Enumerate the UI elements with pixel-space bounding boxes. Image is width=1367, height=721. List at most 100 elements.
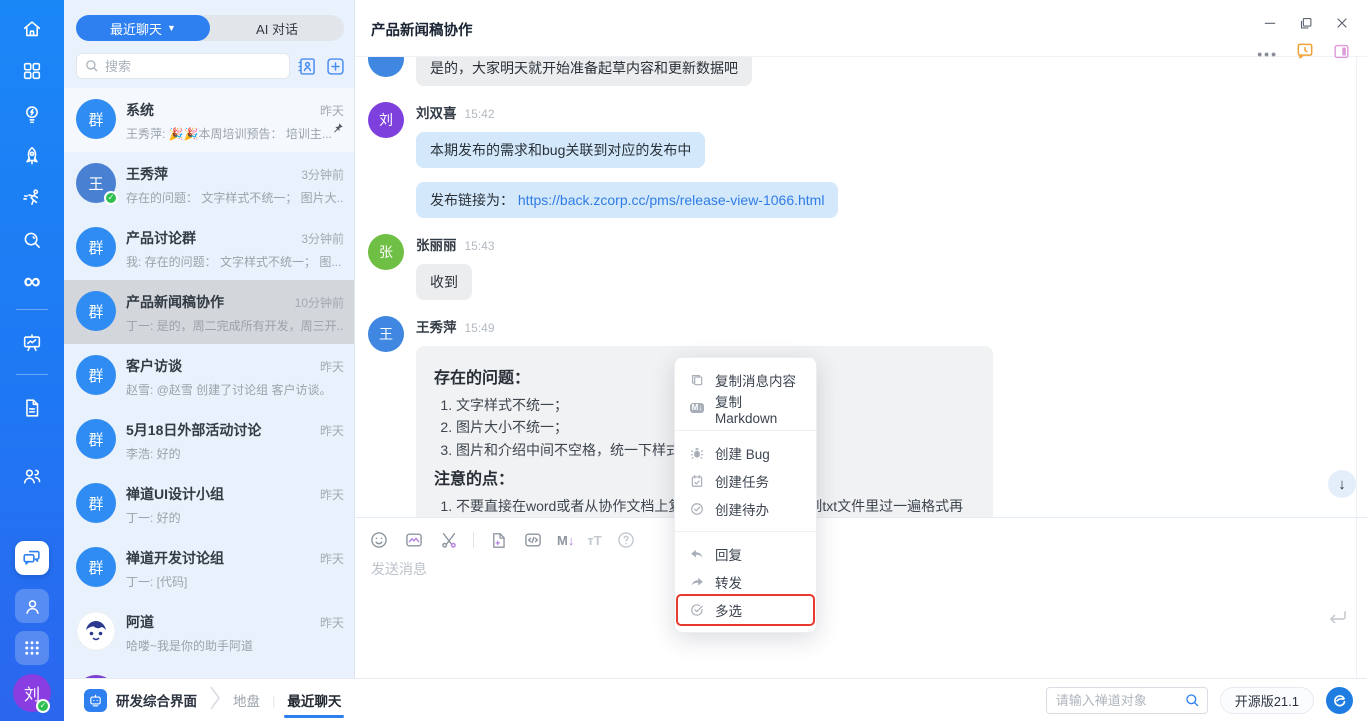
chat-preview: 李浩: 好的	[126, 447, 181, 461]
image-icon[interactable]	[403, 529, 425, 551]
chat-list-tabs: 最近聊天 ▼ AI 对话	[76, 15, 344, 41]
left-rail: ∞ 刘 ✓	[0, 0, 64, 721]
chat-preview: 哈喽~我是你的助手阿道	[126, 639, 254, 653]
avatar[interactable]: 张	[368, 234, 404, 270]
message-time: 15:49	[464, 321, 495, 335]
robot-avatar-face	[76, 611, 116, 651]
search-icon[interactable]	[1184, 692, 1200, 713]
message: 是的，大家明天就开始准备起草内容和更新数据吧	[368, 57, 1356, 86]
idea-icon[interactable]	[20, 102, 44, 126]
chat-list-panel: 最近聊天▼ AI 对话 群 ✓ 系统昨天	[64, 0, 355, 678]
chat-name: 禅道UI设计小组	[126, 486, 224, 502]
add-chat-icon[interactable]	[325, 55, 346, 77]
release-link[interactable]: https://back.zcorp.cc/pms/release-view-1…	[518, 192, 825, 208]
restore-button[interactable]	[1295, 12, 1317, 34]
sender-name[interactable]: 刘双喜	[416, 106, 457, 121]
composer-toolbar: M↓ ᴛT	[355, 518, 1367, 551]
chat-preview: 我: 存在的问题： 文字样式不统一； 图...	[126, 255, 342, 269]
list-item[interactable]: 群 ✓ 产品新闻稿协作 10分钟前 丁一: 是的，周二完成所有开发，周三开...	[64, 280, 354, 344]
app-switcher-label[interactable]: 研发综合界面	[116, 690, 197, 710]
rocket-icon[interactable]	[20, 144, 44, 168]
grid-dots-nav-icon[interactable]	[15, 631, 49, 665]
message-input[interactable]: 发送消息	[371, 559, 1367, 579]
chat-time: 昨天	[319, 104, 344, 118]
menu-item-create-todo[interactable]: 创建待办	[675, 495, 816, 523]
menu-item-create-bug[interactable]: 创建 Bug	[675, 439, 816, 467]
contacts-book-icon[interactable]	[297, 55, 318, 77]
reply-icon	[689, 546, 705, 562]
list-item[interactable]: 王 ✓ 王秀萍 3分钟前 存在的问题： 文字样式不统一； 图片大...	[64, 152, 354, 216]
zentao-logo[interactable]	[1326, 686, 1353, 714]
sender-name[interactable]: 张丽丽	[416, 238, 457, 253]
tab-ai-chat[interactable]: AI 对话	[210, 15, 344, 41]
statusbar-divider: |	[272, 692, 276, 708]
font-size-icon[interactable]: ᴛT	[587, 533, 601, 548]
sprint-icon[interactable]	[20, 186, 44, 210]
scroll-to-bottom-button[interactable]: ↓	[1328, 470, 1356, 498]
menu-item-forward[interactable]: 转发	[675, 568, 816, 596]
avatar[interactable]: 刘	[368, 102, 404, 138]
messenger-nav-icon[interactable]	[15, 541, 49, 575]
minimize-button[interactable]	[1259, 12, 1281, 34]
close-button[interactable]	[1331, 12, 1353, 34]
file-icon[interactable]	[487, 529, 509, 551]
statusbar-tab-recent-chats[interactable]: 最近聊天	[284, 679, 345, 721]
list-item[interactable]: ✓	[64, 664, 354, 678]
message-bubble[interactable]: 收到	[416, 264, 472, 300]
chat-preview: 丁一: [代码]	[126, 575, 188, 589]
sender-name[interactable]: 王秀萍	[416, 320, 457, 335]
help-icon[interactable]	[615, 529, 637, 551]
statusbar-tab-dashboard[interactable]: 地盘	[233, 690, 260, 710]
chat-time: 昨天	[319, 552, 344, 566]
chat-time: 昨天	[319, 616, 344, 630]
infinity-icon[interactable]: ∞	[20, 270, 44, 294]
apps-icon[interactable]	[20, 59, 44, 83]
toolbar-divider	[473, 532, 474, 548]
contacts-nav-icon[interactable]	[15, 589, 49, 623]
markdown-icon[interactable]: M↓	[557, 533, 574, 548]
team-icon[interactable]	[20, 464, 44, 488]
tab-recent-chats[interactable]: 最近聊天 ▼	[76, 15, 210, 41]
list-item[interactable]: ✓ 阿道 昨天 哈喽~我是你的助手阿道	[64, 600, 354, 664]
list-item[interactable]: 群 ✓ 禅道开发讨论组 昨天 丁一: [代码]	[64, 536, 354, 600]
list-item[interactable]: 群 ✓ 禅道UI设计小组 昨天 丁一: 好的	[64, 472, 354, 536]
message: 张 张丽丽 15:43 收到	[368, 234, 1356, 300]
screenshot-icon[interactable]	[438, 529, 460, 551]
avatar[interactable]: 王	[368, 316, 404, 352]
avatar: 群 ✓	[76, 227, 116, 267]
list-item[interactable]: 群 ✓ 系统 昨天 王秀萍: 🎉🎉本周培训预告： 培训主...	[64, 88, 354, 152]
task-icon	[689, 473, 705, 489]
emoji-icon[interactable]	[368, 529, 390, 551]
menu-item-create-task[interactable]: 创建任务	[675, 467, 816, 495]
document-icon[interactable]	[20, 396, 44, 420]
chat-name: 产品新闻稿协作	[126, 294, 224, 310]
message-bubble[interactable]: 是的，大家明天就开始准备起草内容和更新数据吧	[416, 57, 752, 86]
list-item[interactable]: 群 ✓ 5月18日外部活动讨论 昨天 李浩: 好的	[64, 408, 354, 472]
chat-search-input[interactable]	[76, 53, 290, 79]
message-list[interactable]: 是的，大家明天就开始准备起草内容和更新数据吧 刘 刘双喜 15:42 本期发布的需…	[355, 57, 1356, 517]
app-robot-icon[interactable]	[84, 688, 107, 712]
avatar: 群 ✓	[76, 547, 116, 587]
avatar[interactable]	[368, 57, 404, 77]
report-icon[interactable]	[20, 331, 44, 355]
bug-icon	[689, 445, 705, 461]
status-bar: 研发综合界面 地盘 | 最近聊天 开源版21.1	[64, 678, 1367, 721]
rail-divider	[16, 374, 48, 375]
avatar: 群 ✓	[76, 291, 116, 331]
version-badge[interactable]: 开源版21.1	[1219, 686, 1314, 714]
menu-item-copy-markdown[interactable]: M↓ 复制 Markdown	[675, 394, 816, 426]
menu-item-reply[interactable]: 回复	[675, 540, 816, 568]
search-icon[interactable]	[20, 228, 44, 252]
message-bubble[interactable]: 本期发布的需求和bug关联到对应的发布中	[416, 132, 706, 168]
message-time: 15:43	[464, 239, 495, 253]
message-bubble[interactable]: 发布链接为： https://back.zcorp.cc/pms/release…	[416, 182, 839, 218]
avatar: 群 ✓	[76, 419, 116, 459]
menu-item-multi-select[interactable]: 多选	[675, 594, 816, 626]
todo-icon	[689, 501, 705, 517]
chat-preview: 赵雪: @赵雪 创建了讨论组 客户访谈。	[126, 383, 332, 397]
chat-preview: 王秀萍: 🎉🎉本周培训预告： 培训主...	[126, 127, 332, 141]
list-item[interactable]: 群 ✓ 客户访谈 昨天 赵雪: @赵雪 创建了讨论组 客户访谈。	[64, 344, 354, 408]
list-item[interactable]: 群 ✓ 产品讨论群 3分钟前 我: 存在的问题： 文字样式不统一； 图...	[64, 216, 354, 280]
code-icon[interactable]	[522, 529, 544, 551]
home-icon[interactable]	[20, 17, 44, 41]
